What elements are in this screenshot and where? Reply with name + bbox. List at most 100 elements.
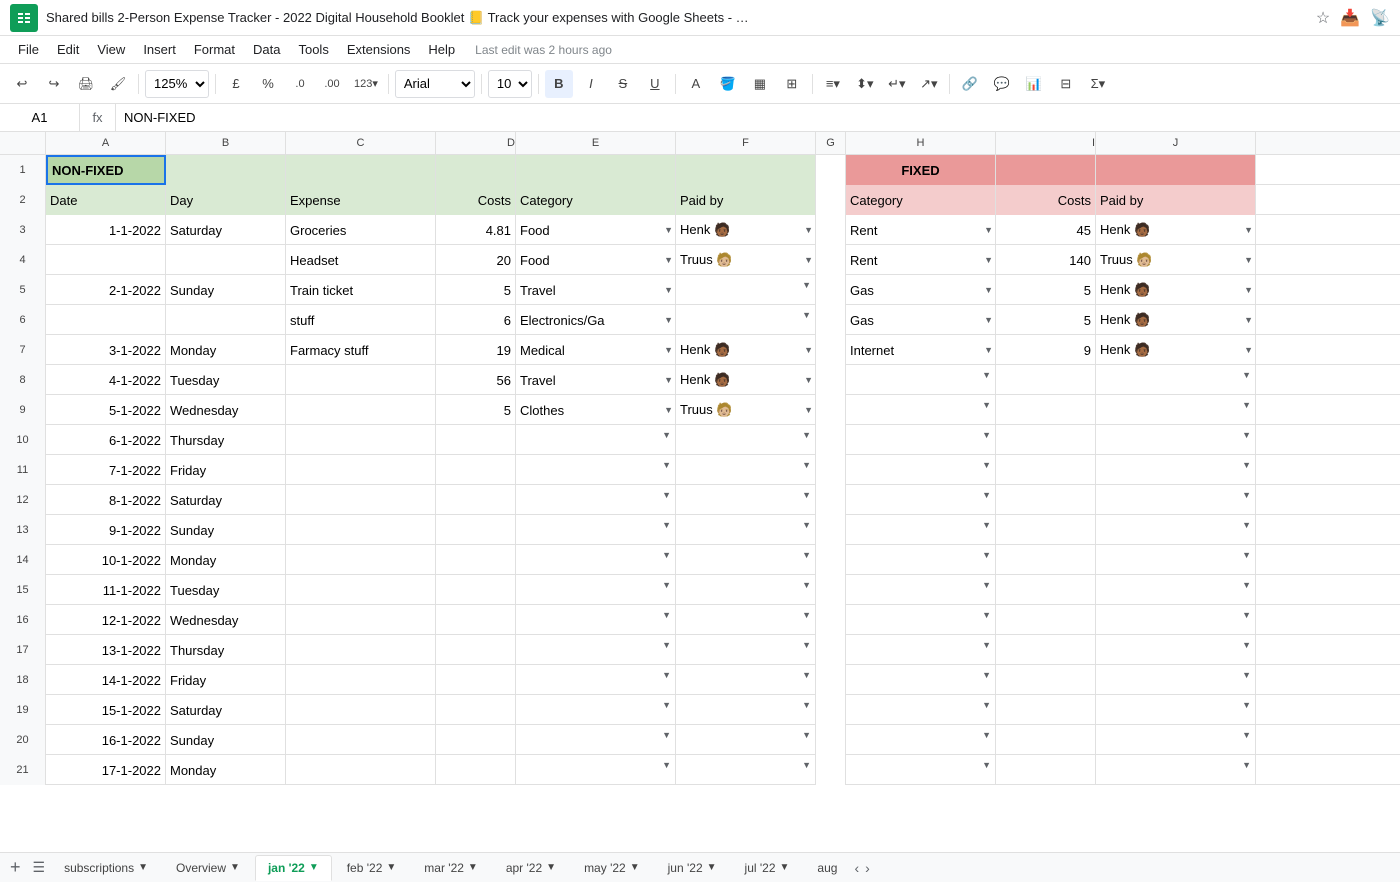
sheet-tab-jan22-arrow[interactable]: ▼ — [309, 862, 319, 873]
cell-a10[interactable]: 6-1-2022 — [46, 425, 166, 455]
cell-d11[interactable] — [436, 455, 516, 485]
sheet-tab-aug[interactable]: aug — [804, 855, 850, 881]
menu-view[interactable]: View — [89, 39, 133, 60]
cell-d8[interactable]: 56 — [436, 365, 516, 395]
cell-g2[interactable] — [816, 185, 846, 215]
cell-c4[interactable]: Headset — [286, 245, 436, 275]
cell-i8[interactable] — [996, 365, 1096, 395]
sheet-tab-apr22[interactable]: apr '22 ▼ — [493, 855, 569, 881]
cell-c19[interactable] — [286, 695, 436, 725]
halign-button[interactable]: ≡▾ — [819, 70, 847, 98]
cell-e11[interactable]: ▼ — [516, 455, 676, 485]
cell-i21[interactable] — [996, 755, 1096, 785]
sheet-tab-jun22[interactable]: jun '22 ▼ — [655, 855, 730, 881]
cell-i15[interactable] — [996, 575, 1096, 605]
cell-e14[interactable]: ▼ — [516, 545, 676, 575]
sheet-tab-feb22[interactable]: feb '22 ▼ — [334, 855, 410, 881]
cell-h12[interactable]: ▼ — [846, 485, 996, 515]
cell-c15[interactable] — [286, 575, 436, 605]
cell-b21[interactable]: Monday — [166, 755, 286, 785]
cell-h19[interactable]: ▼ — [846, 695, 996, 725]
cell-j16[interactable]: ▼ — [1096, 605, 1256, 635]
cell-c5[interactable]: Train ticket — [286, 275, 436, 305]
cell-d18[interactable] — [436, 665, 516, 695]
cell-reference[interactable] — [0, 104, 80, 131]
cell-j9[interactable]: ▼ — [1096, 395, 1256, 425]
cell-b8[interactable]: Tuesday — [166, 365, 286, 395]
cell-g9[interactable] — [816, 395, 846, 425]
col-header-d[interactable]: D — [436, 132, 516, 154]
cell-f1[interactable] — [676, 155, 816, 185]
cell-a15[interactable]: 11-1-2022 — [46, 575, 166, 605]
zoom-select[interactable]: 125% 100% — [145, 70, 209, 98]
cell-h3[interactable]: Rent▼ — [846, 215, 996, 245]
cell-g1[interactable] — [816, 155, 846, 185]
cell-h10[interactable]: ▼ — [846, 425, 996, 455]
cell-i1[interactable] — [996, 155, 1096, 185]
cell-e18[interactable]: ▼ — [516, 665, 676, 695]
cell-g4[interactable] — [816, 245, 846, 275]
cell-e17[interactable]: ▼ — [516, 635, 676, 665]
link-button[interactable]: 🔗 — [956, 70, 984, 98]
cell-g8[interactable] — [816, 365, 846, 395]
cell-d6[interactable]: 6 — [436, 305, 516, 335]
cell-e9[interactable]: Clothes▼ — [516, 395, 676, 425]
cell-h8[interactable]: ▼ — [846, 365, 996, 395]
decimal-dec-button[interactable]: .0 — [286, 70, 314, 98]
col-header-b[interactable]: B — [166, 132, 286, 154]
cell-d14[interactable] — [436, 545, 516, 575]
cell-a1[interactable]: NON-FIXED — [46, 155, 166, 185]
col-header-a[interactable]: A — [46, 132, 166, 154]
cell-a6[interactable] — [46, 305, 166, 335]
cell-f14[interactable]: ▼ — [676, 545, 816, 575]
cell-e13[interactable]: ▼ — [516, 515, 676, 545]
cell-f20[interactable]: ▼ — [676, 725, 816, 755]
cell-e20[interactable]: ▼ — [516, 725, 676, 755]
cell-d17[interactable] — [436, 635, 516, 665]
menu-format[interactable]: Format — [186, 39, 243, 60]
cell-i7[interactable]: 9 — [996, 335, 1096, 365]
sheet-tab-mar22[interactable]: mar '22 ▼ — [411, 855, 491, 881]
sheet-tab-apr22-arrow[interactable]: ▼ — [546, 862, 556, 873]
cell-g5[interactable] — [816, 275, 846, 305]
cell-j2[interactable]: Paid by — [1096, 185, 1256, 215]
cell-d12[interactable] — [436, 485, 516, 515]
cell-f11[interactable]: ▼ — [676, 455, 816, 485]
cell-a4[interactable] — [46, 245, 166, 275]
col-header-j[interactable]: J — [1096, 132, 1256, 154]
cell-b13[interactable]: Sunday — [166, 515, 286, 545]
chart-button[interactable]: 📊 — [1020, 70, 1048, 98]
sheet-tab-jan22[interactable]: jan '22 ▼ — [255, 855, 332, 881]
formula-input[interactable] — [116, 104, 1400, 131]
menu-data[interactable]: Data — [245, 39, 288, 60]
cell-j5[interactable]: Henk 🧑🏾▼ — [1096, 275, 1256, 305]
cell-e7[interactable]: Medical▼ — [516, 335, 676, 365]
cell-a5[interactable]: 2-1-2022 — [46, 275, 166, 305]
cell-b3[interactable]: Saturday — [166, 215, 286, 245]
cell-h13[interactable]: ▼ — [846, 515, 996, 545]
redo-button[interactable]: ↪ — [40, 70, 68, 98]
sheet-tab-overview[interactable]: Overview ▼ — [163, 855, 253, 881]
cell-a7[interactable]: 3-1-2022 — [46, 335, 166, 365]
cell-d7[interactable]: 19 — [436, 335, 516, 365]
sheet-tab-subscriptions[interactable]: subscriptions ▼ — [51, 855, 161, 881]
cell-b4[interactable] — [166, 245, 286, 275]
cell-h5[interactable]: Gas▼ — [846, 275, 996, 305]
cell-j10[interactable]: ▼ — [1096, 425, 1256, 455]
cell-g19[interactable] — [816, 695, 846, 725]
cell-c20[interactable] — [286, 725, 436, 755]
menu-extensions[interactable]: Extensions — [339, 39, 419, 60]
cell-j15[interactable]: ▼ — [1096, 575, 1256, 605]
merge-button[interactable]: ⊞ — [778, 70, 806, 98]
cell-f16[interactable]: ▼ — [676, 605, 816, 635]
tab-nav-left[interactable]: ‹ — [852, 860, 861, 876]
underline-button[interactable]: U — [641, 70, 669, 98]
cell-a3[interactable]: 1-1-2022 — [46, 215, 166, 245]
cell-i4[interactable]: 140 — [996, 245, 1096, 275]
cell-i6[interactable]: 5 — [996, 305, 1096, 335]
cell-b6[interactable] — [166, 305, 286, 335]
sheet-tab-overview-arrow[interactable]: ▼ — [230, 862, 240, 873]
cell-e2[interactable]: Category — [516, 185, 676, 215]
cast-icon[interactable]: 📡 — [1370, 8, 1390, 28]
menu-help[interactable]: Help — [420, 39, 463, 60]
